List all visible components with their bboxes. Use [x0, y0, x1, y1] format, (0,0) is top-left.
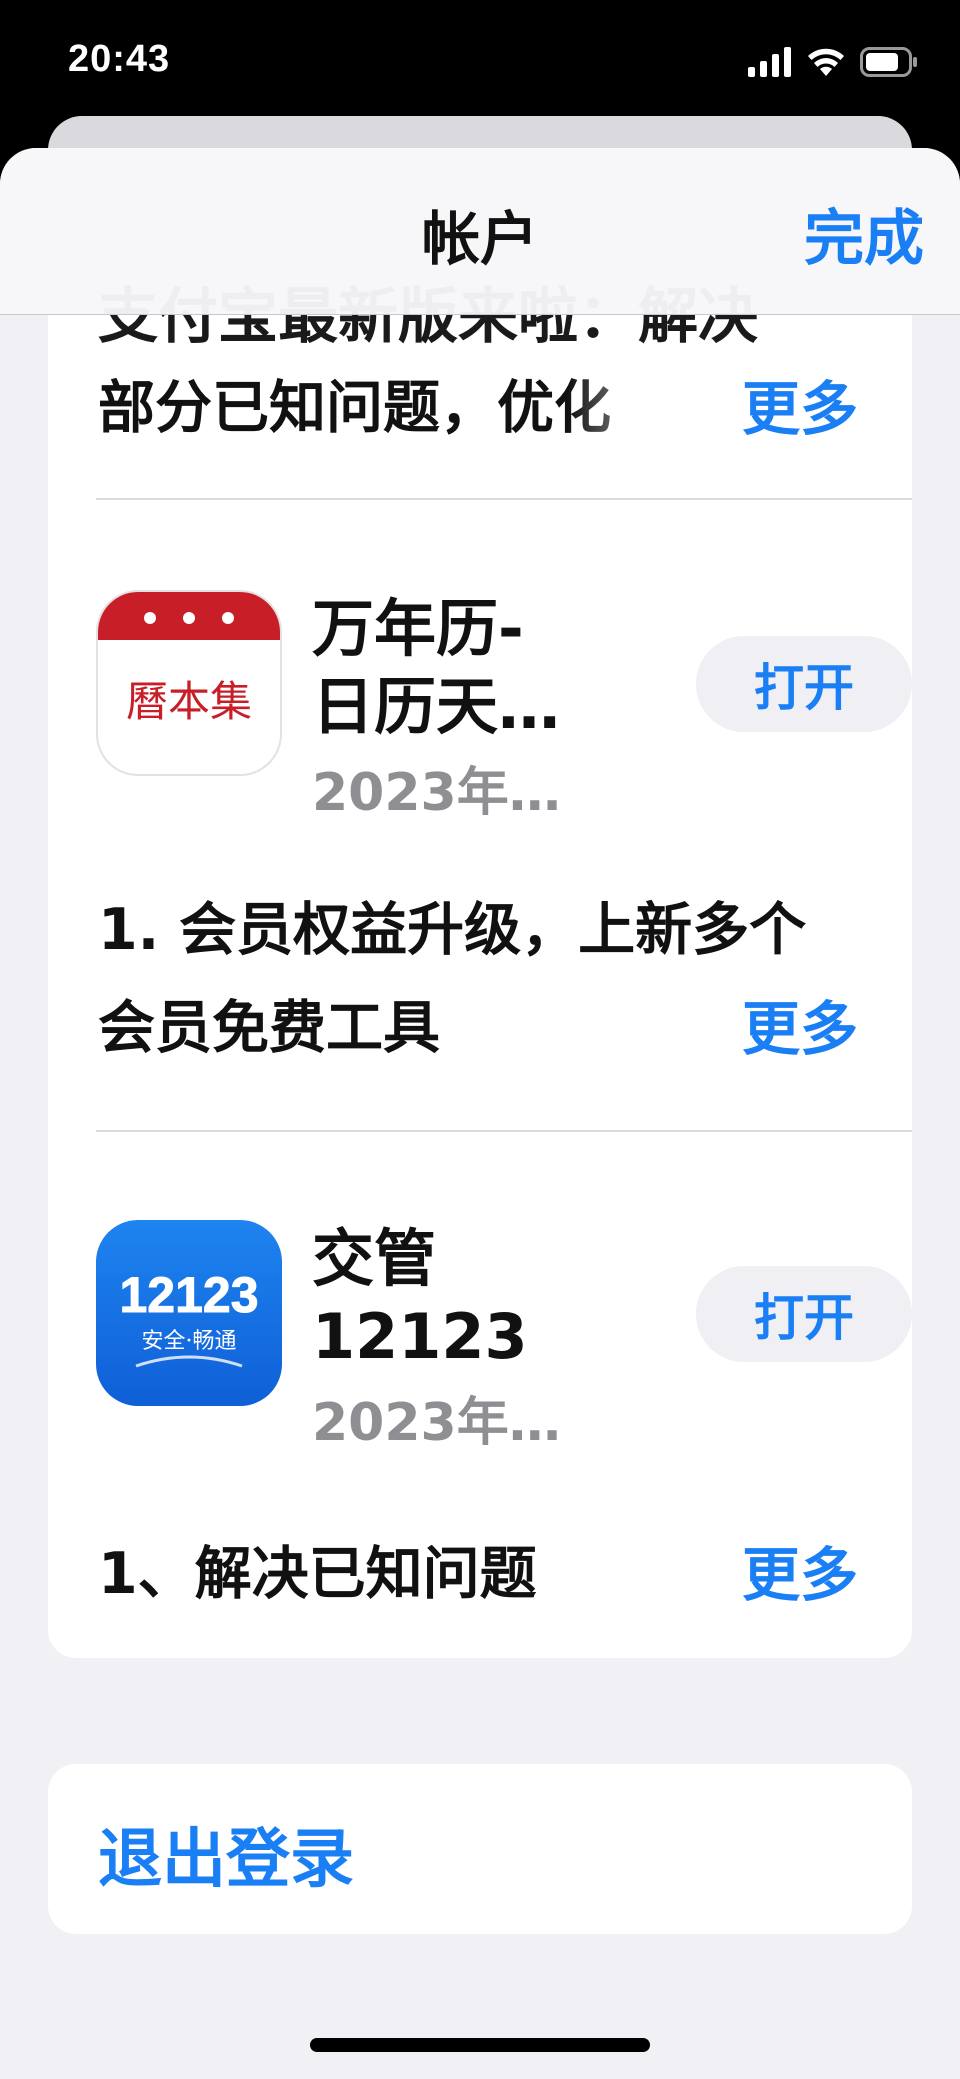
update-description-line-2: 会员免费工具: [98, 995, 440, 1061]
divider: [96, 498, 912, 500]
update-description: 1、解决已知问题 更多: [98, 1528, 908, 1618]
app-name-line-2: 日历天…: [312, 670, 561, 743]
text-fade: [568, 362, 738, 452]
app-name-line-1: 交管: [312, 1222, 437, 1295]
updates-card: 支付宝最新版来啦：解决 部分已知问题，优化 更多 曆本集 万年历- 日历天… 2…: [48, 148, 912, 1658]
status-time: 20:43: [68, 38, 171, 80]
app-update-date: 2023年…: [312, 763, 561, 823]
app-name-line-1: 万年历-: [312, 592, 524, 665]
previous-update-description: 部分已知问题，优化 更多: [98, 362, 908, 452]
status-icons: [748, 44, 918, 80]
app-row-calendar[interactable]: 曆本集 万年历- 日历天… 2023年… 打开: [96, 590, 912, 823]
wifi-icon: [808, 48, 844, 76]
update-description-line-1: 1、解决已知问题: [98, 1541, 537, 1607]
cellular-signal-icon: [748, 47, 791, 77]
calendar-icon-seal-text: 曆本集: [126, 677, 252, 726]
traffic-icon-slogan: 安全·畅通: [142, 1329, 237, 1354]
home-indicator: [310, 2038, 650, 2052]
account-sheet: 帐户 完成 支付宝最新版来啦：解决 部分已知问题，优化 更多 曆本集 万年历- …: [0, 148, 960, 2079]
more-link[interactable]: 更多: [742, 362, 858, 446]
navigation-bar: 帐户 完成: [0, 148, 960, 315]
open-button[interactable]: 打开: [696, 636, 912, 732]
sign-out-card: 退出登录: [48, 1764, 912, 1934]
app-name: 交管 12123: [312, 1220, 562, 1376]
app-update-date: 2023年…: [312, 1393, 561, 1453]
open-button[interactable]: 打开: [696, 1266, 912, 1362]
previous-update-description-text: 部分已知问题，优化: [98, 375, 611, 441]
sign-out-button[interactable]: 退出登录: [98, 1808, 354, 1900]
app-name-line-2: 12123: [312, 1300, 528, 1373]
update-description-line-1: 1. 会员权益升级，上新多个: [98, 897, 807, 963]
traffic-police-icon[interactable]: 12123 安全·畅通: [96, 1220, 282, 1406]
calendar-icon[interactable]: 曆本集: [96, 590, 282, 776]
divider: [96, 1130, 912, 1132]
app-row-traffic[interactable]: 12123 安全·畅通 交管 12123 2023年… 打开: [96, 1220, 912, 1453]
traffic-icon-number: 12123: [119, 1267, 258, 1323]
done-button[interactable]: 完成: [804, 190, 924, 277]
battery-icon: [860, 47, 917, 77]
update-description: 会员免费工具 更多: [98, 982, 908, 1072]
more-link[interactable]: 更多: [742, 982, 858, 1066]
update-description: 1. 会员权益升级，上新多个: [98, 884, 908, 974]
more-link[interactable]: 更多: [742, 1528, 858, 1612]
status-bar: 20:43: [0, 0, 960, 120]
app-name: 万年历- 日历天…: [312, 590, 562, 746]
